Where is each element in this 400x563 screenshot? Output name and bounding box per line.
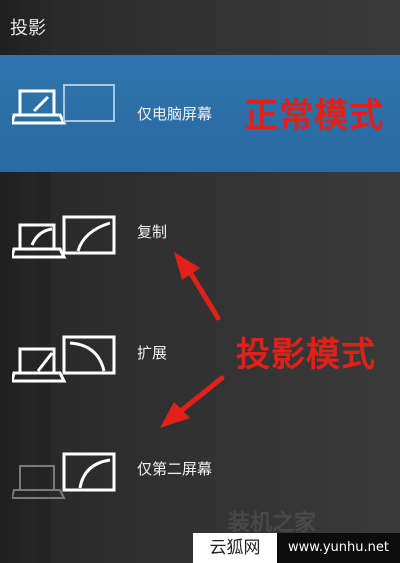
option-label-extend: 扩展 — [137, 344, 168, 362]
duplicate-icon — [12, 215, 116, 259]
footer-site: www.yunhu.net — [277, 533, 400, 563]
annotation-projection-mode: 投影模式 — [236, 335, 376, 375]
panel-title: 投影 — [10, 18, 46, 39]
option-label-second-screen-only: 仅第二屏幕 — [137, 460, 213, 478]
annotation-normal-mode: 正常模式 — [244, 96, 384, 136]
project-panel: 投影 仅电脑屏幕 复制 扩展 仅第二屏幕 正常模式 投影模式 装机之家 云狐网 … — [0, 0, 400, 563]
second-screen-only-icon — [12, 452, 116, 499]
extend-icon — [12, 335, 116, 383]
option-label-duplicate: 复制 — [137, 223, 168, 241]
project-option-duplicate[interactable]: 复制 — [0, 185, 400, 289]
project-option-second-screen-only[interactable]: 仅第二屏幕 — [0, 420, 400, 524]
footer-banner: 云狐网 www.yunhu.net — [193, 533, 400, 563]
footer-brand: 云狐网 — [193, 533, 277, 563]
pc-screen-only-icon — [12, 84, 115, 125]
option-label-pc-screen-only: 仅电脑屏幕 — [137, 105, 213, 123]
